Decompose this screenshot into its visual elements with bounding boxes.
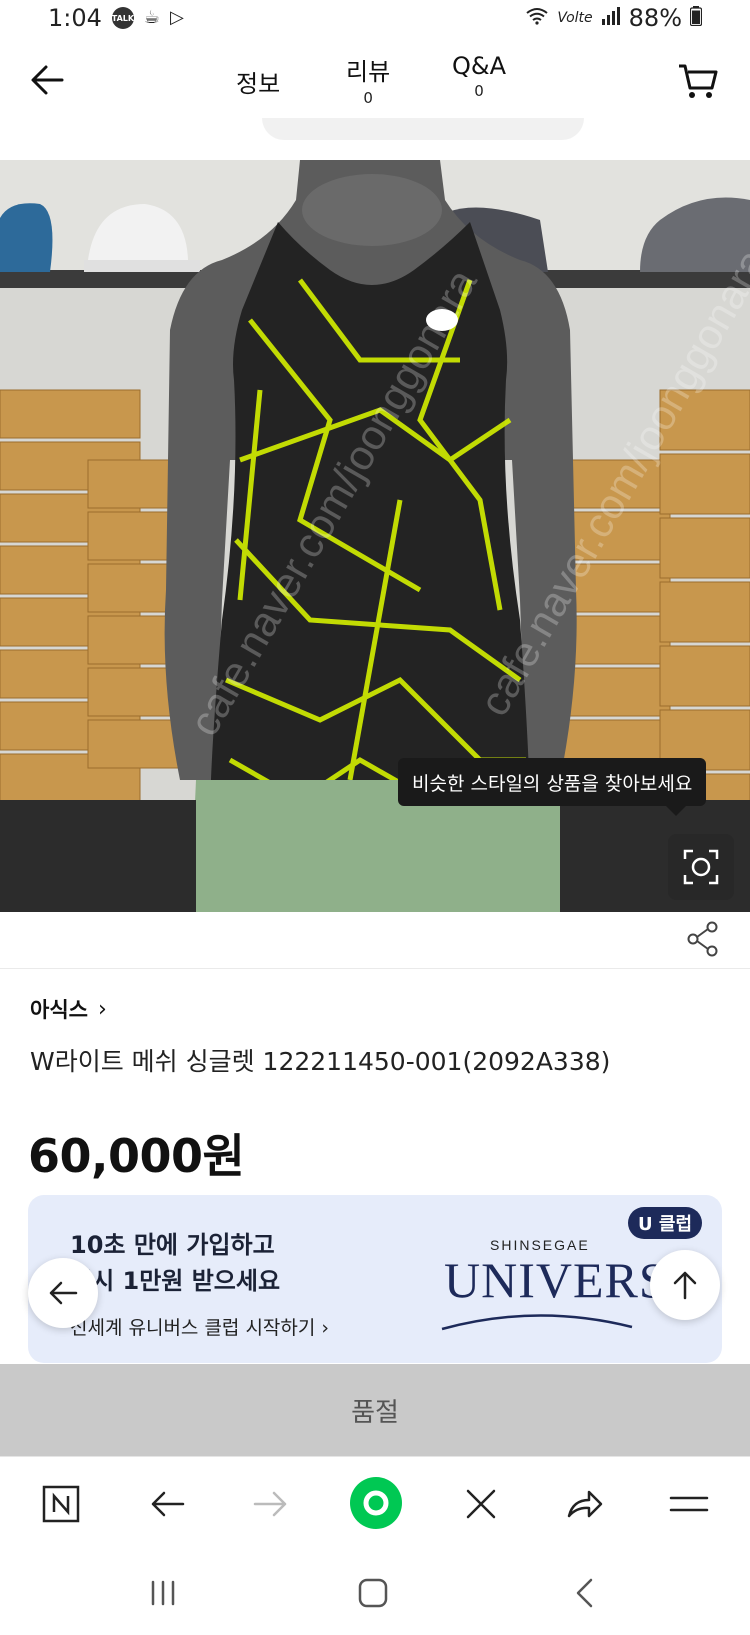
naver-home-button[interactable] xyxy=(36,1479,86,1529)
product-price: 60,000원 xyxy=(28,1129,245,1183)
browser-back-button[interactable] xyxy=(142,1479,192,1529)
banner-headline-2: 즉시 1만원 받으세요 xyxy=(70,1267,281,1295)
tab-qna-label: Q&A xyxy=(452,52,507,80)
arrow-right-icon xyxy=(253,1491,287,1517)
browser-forward-button[interactable] xyxy=(246,1479,296,1529)
divider xyxy=(0,968,750,969)
battery-percent: 88% xyxy=(628,4,682,32)
naver-n-icon xyxy=(42,1485,80,1523)
tab-review-count: 0 xyxy=(363,89,373,107)
close-icon xyxy=(466,1489,496,1519)
kakaotalk-icon: TALK xyxy=(112,7,134,29)
float-back-button[interactable] xyxy=(28,1258,98,1328)
network-label: Volte xyxy=(557,10,593,26)
tab-review[interactable]: 리뷰 0 xyxy=(346,52,390,107)
arrow-left-icon xyxy=(49,1281,78,1305)
share-icon xyxy=(687,921,718,957)
status-time: 1:04 xyxy=(48,4,102,32)
chevron-right-icon: › xyxy=(97,996,107,1022)
browser-share-button[interactable] xyxy=(560,1479,610,1529)
scroll-top-button[interactable] xyxy=(650,1250,720,1320)
arrow-up-icon xyxy=(673,1271,697,1300)
tab-info-label: 정보 xyxy=(236,70,281,98)
browser-close-button[interactable] xyxy=(456,1479,506,1529)
tab-info[interactable]: 정보 xyxy=(236,64,280,99)
universe-swoosh-icon xyxy=(441,1314,633,1331)
chevron-left-icon xyxy=(576,1578,593,1608)
product-title: W라이트 메쉬 싱글렛 122211450-001(2092A338) xyxy=(30,1047,611,1076)
tab-review-label: 리뷰 xyxy=(346,58,391,86)
cart-icon xyxy=(679,64,718,98)
top-navigation: 정보 리뷰 0 Q&A 0 xyxy=(0,36,750,124)
banner-cta-link[interactable]: 신세계 유니버스 클럽 시작하기 › xyxy=(70,1313,329,1340)
browser-menu-button[interactable] xyxy=(664,1479,714,1529)
tab-qna[interactable]: Q&A 0 xyxy=(452,52,506,100)
u-club-badge: U 클럽 xyxy=(628,1207,703,1239)
share-arrow-icon xyxy=(567,1490,603,1518)
brand-name: 아식스 xyxy=(30,998,88,1022)
arrow-left-icon xyxy=(31,65,64,95)
cart-button[interactable] xyxy=(676,58,720,102)
home-icon xyxy=(358,1578,388,1608)
banner-headline-1: 10초 만에 가입하고 xyxy=(70,1231,275,1259)
battery-icon xyxy=(689,6,703,30)
visual-search-button[interactable] xyxy=(668,834,734,900)
browser-toolbar xyxy=(0,1456,750,1550)
green-dot-icon xyxy=(350,1477,402,1529)
system-back-button[interactable] xyxy=(560,1568,610,1618)
soldout-button[interactable]: 품절 xyxy=(0,1364,750,1456)
back-button[interactable] xyxy=(26,58,70,102)
status-bar: 1:04 TALK ☕ ▷ Volte 88% xyxy=(0,0,750,36)
cup-icon: ☕ xyxy=(143,7,161,28)
menu-icon xyxy=(669,1496,709,1512)
signal-icon xyxy=(601,7,621,29)
system-navigation-bar xyxy=(0,1550,750,1635)
brand-link[interactable]: 아식스 › xyxy=(30,994,107,1024)
naver-green-button[interactable] xyxy=(348,1475,404,1531)
play-icon: ▷ xyxy=(170,7,184,28)
similar-style-tooltip[interactable]: 비슷한 스타일의 상품을 찾아보세요 xyxy=(398,758,707,816)
lens-icon xyxy=(683,849,719,885)
tab-qna-count: 0 xyxy=(474,82,484,100)
arrow-left-icon xyxy=(151,1491,185,1517)
pill-peek xyxy=(262,118,584,140)
share-button[interactable] xyxy=(682,918,724,960)
recent-apps-button[interactable] xyxy=(138,1568,188,1618)
recent-apps-icon xyxy=(151,1580,175,1606)
home-button[interactable] xyxy=(348,1568,398,1618)
universe-club-banner[interactable]: 10초 만에 가입하고 즉시 1만원 받으세요 신세계 유니버스 클럽 시작하기… xyxy=(28,1195,722,1363)
wifi-icon xyxy=(525,7,549,29)
